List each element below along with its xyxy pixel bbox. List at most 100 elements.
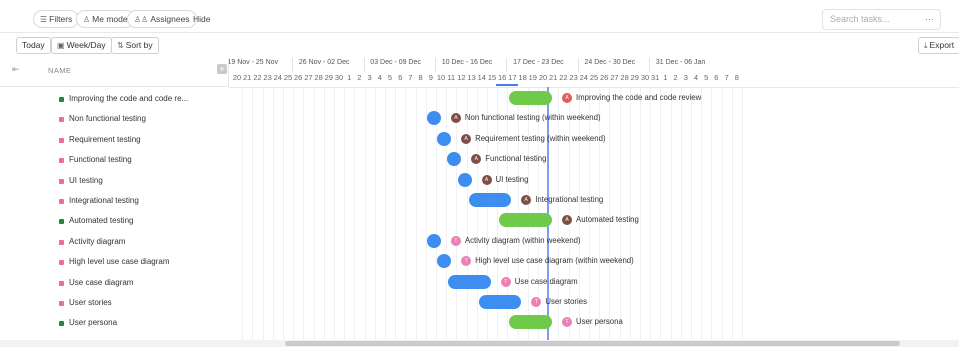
day-label: 2 (357, 73, 362, 82)
task-name[interactable]: High level use case diagram (69, 257, 170, 266)
day-grid-line (476, 87, 478, 342)
task-row[interactable]: UI testing (0, 172, 229, 192)
task-name[interactable]: Activity diagram (69, 237, 125, 246)
day-grid-line (313, 87, 315, 342)
assignee-avatar[interactable]: A (471, 154, 482, 165)
view-mode-button[interactable]: ▣ Week/Day (51, 37, 112, 54)
gantt-bar[interactable] (426, 111, 441, 126)
day-label: 2 (673, 73, 678, 82)
day-label: 6 (714, 73, 719, 82)
day-label: 20 (538, 73, 548, 82)
task-name[interactable]: Use case diagram (69, 278, 133, 287)
more-options-icon[interactable]: ··· (925, 10, 934, 29)
day-label: 1 (347, 73, 352, 82)
day-label: 23 (569, 73, 578, 82)
day-grid-line (721, 87, 723, 342)
day-label: 8 (418, 73, 423, 82)
export-button[interactable]: ⤓ Export (918, 37, 959, 54)
task-row[interactable]: Functional testing (0, 151, 229, 171)
task-name[interactable]: Integrational testing (69, 196, 139, 205)
gantt-toolbar: Today ▣ Week/Day ⇅ Sort by ⤓ Export (0, 33, 959, 58)
gantt-bar-label: User persona (576, 317, 623, 327)
task-status-icon (59, 219, 64, 225)
gantt-bar-label: Activity diagram (within weekend) (464, 235, 581, 245)
task-name[interactable]: Requirement testing (69, 135, 141, 144)
assignee-avatar[interactable]: T (450, 235, 461, 246)
day-grid-line (446, 87, 448, 342)
task-name[interactable]: Non functional testing (69, 114, 146, 123)
day-label: 30 (640, 73, 650, 82)
task-row[interactable]: Integrational testing (0, 192, 229, 212)
day-label: 26 (600, 73, 609, 82)
gantt-bar[interactable] (426, 233, 441, 248)
assignee-avatar[interactable]: A (461, 133, 472, 144)
assignee-avatar[interactable]: A (562, 93, 572, 103)
task-name[interactable]: User stories (69, 298, 112, 307)
task-status-icon (59, 199, 64, 204)
assignee-avatar[interactable]: A (521, 195, 532, 205)
task-row[interactable]: User stories (0, 294, 229, 314)
task-name[interactable]: UI testing (69, 176, 103, 185)
task-row[interactable]: User persona (0, 314, 229, 334)
assignee-avatar[interactable]: A (450, 113, 461, 124)
task-name[interactable]: Functional testing (69, 155, 132, 164)
task-row[interactable]: Requirement testing (0, 131, 229, 151)
collapse-list-icon[interactable]: ⇤ (12, 64, 20, 75)
assignee-avatar[interactable]: T (500, 276, 511, 287)
task-row[interactable]: High level use case diagram (0, 253, 229, 273)
task-status-icon (59, 158, 64, 164)
task-row[interactable]: Non functional testing (0, 110, 229, 130)
day-label: 21 (243, 73, 252, 82)
task-status-icon (59, 280, 64, 286)
gantt-bar[interactable] (509, 315, 552, 330)
assignee-avatar[interactable]: T (461, 256, 472, 267)
gantt-bar[interactable] (437, 254, 452, 269)
day-label: 9 (428, 73, 433, 82)
gantt-bar[interactable] (447, 152, 462, 167)
gantt-bar-label: Automated testing (576, 215, 639, 225)
assignees-button[interactable]: ♙♙ Assignees (127, 10, 197, 28)
day-label: 13 (467, 73, 476, 82)
view-mode-label: Week/Day (66, 40, 106, 50)
today-button[interactable]: Today (16, 37, 51, 54)
add-column-icon[interactable]: + (217, 64, 227, 74)
task-row[interactable]: Automated testing (0, 212, 229, 232)
task-status-icon (59, 239, 64, 245)
assignee-avatar[interactable]: A (481, 174, 492, 185)
search-input[interactable]: Search tasks... ··· (822, 9, 941, 30)
gantt-bar[interactable] (457, 172, 472, 187)
gantt-bar[interactable] (437, 131, 452, 146)
task-name[interactable]: User persona (69, 318, 117, 327)
me-mode-button[interactable]: ♙ Me mode (76, 10, 135, 28)
scrollbar-thumb[interactable] (285, 341, 900, 346)
gantt-bar[interactable] (448, 274, 491, 289)
users-icon: ♙♙ (134, 15, 149, 24)
gantt-bar[interactable] (509, 91, 552, 105)
day-label: 19 (528, 73, 537, 82)
assignee-avatar[interactable]: T (531, 297, 542, 307)
day-grid-line (436, 87, 437, 342)
assignee-avatar[interactable]: A (562, 215, 572, 226)
gantt-bar[interactable] (468, 193, 512, 207)
assignee-avatar[interactable]: T (562, 317, 572, 328)
filters-button[interactable]: ☰ Filters (33, 10, 80, 28)
day-grid-line (344, 87, 346, 342)
task-name[interactable]: Improving the code and code re... (69, 94, 188, 103)
day-label: 22 (559, 73, 568, 82)
day-grid-line (711, 87, 713, 342)
task-row[interactable]: Improving the code and code re... (0, 90, 229, 110)
hide-button[interactable]: Hide (193, 10, 210, 28)
day-grid-line (742, 87, 743, 342)
task-row[interactable]: Activity diagram (0, 233, 229, 253)
task-row[interactable]: Use case diagram (0, 274, 229, 294)
gantt-bar[interactable] (478, 295, 522, 309)
task-name[interactable]: Automated testing (69, 216, 133, 225)
day-label: 23 (263, 73, 272, 82)
day-label: 30 (334, 73, 344, 82)
horizontal-scrollbar[interactable] (0, 340, 959, 347)
week-label: 10 Dec - 16 Dec (441, 59, 493, 66)
day-grid-line (680, 87, 682, 342)
gantt-bar[interactable] (499, 213, 552, 228)
sort-button[interactable]: ⇅ Sort by (111, 37, 159, 54)
name-column-header[interactable]: NAME (48, 66, 71, 75)
